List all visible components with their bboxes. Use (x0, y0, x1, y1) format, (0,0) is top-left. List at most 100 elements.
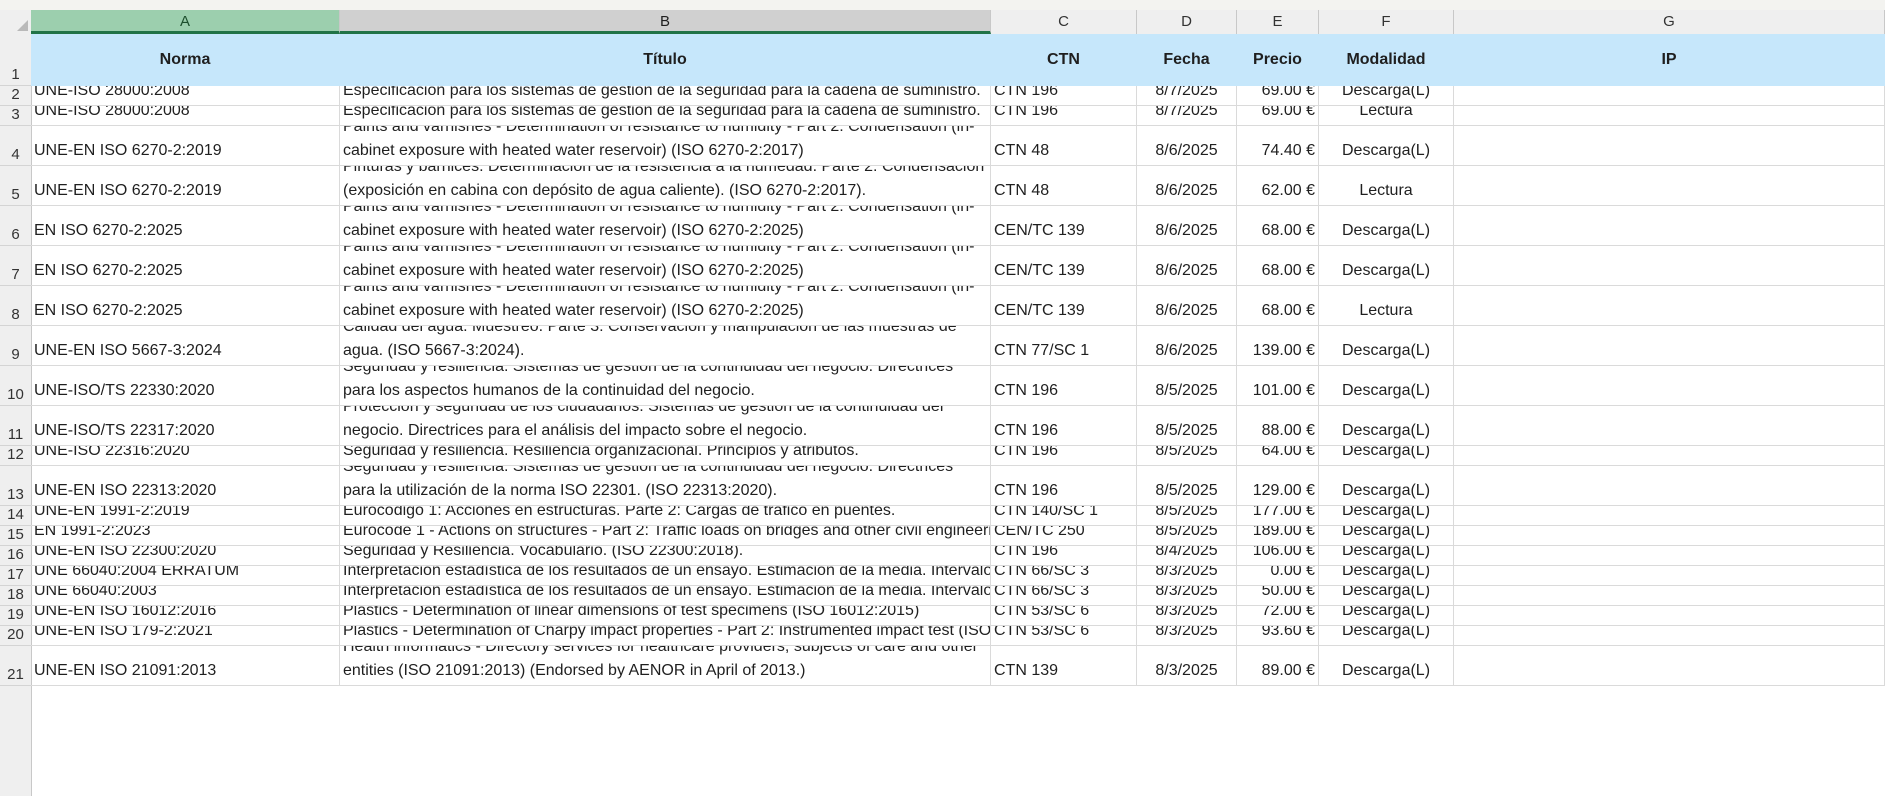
cell-precio[interactable]: 139.00 € (1237, 326, 1319, 366)
cell-titulo[interactable]: Protección y seguridad de los ciudadanos… (340, 406, 991, 446)
cell-modalidad[interactable]: Descarga(L) (1319, 366, 1454, 406)
header-cell-norma[interactable]: Norma (31, 34, 340, 86)
cell-fecha[interactable]: 8/5/2025 (1137, 366, 1237, 406)
cell-ctn[interactable]: CEN/TC 139 (991, 246, 1137, 286)
cell-ctn[interactable]: CTN 196 (991, 86, 1137, 106)
row-header[interactable]: 14 (0, 506, 31, 526)
cell-precio[interactable]: 68.00 € (1237, 206, 1319, 246)
cell-norma[interactable]: UNE 66040:2003 (31, 586, 340, 606)
cell-ctn[interactable]: CTN 196 (991, 546, 1137, 566)
cell-precio[interactable]: 93.60 € (1237, 626, 1319, 646)
cell-modalidad[interactable]: Descarga(L) (1319, 586, 1454, 606)
cell-titulo[interactable]: Paints and varnishes - Determination of … (340, 206, 991, 246)
row-header[interactable]: 2 (0, 86, 31, 106)
cell-fecha[interactable]: 8/3/2025 (1137, 646, 1237, 686)
spreadsheet-grid[interactable]: ABCDEFG 1 2 3 4 5 6 7 8 9 10 11 12 13 14 15 16 17 18 19 20 2… (0, 10, 1885, 796)
cell-fecha[interactable]: 8/3/2025 (1137, 606, 1237, 626)
cell-ip[interactable] (1454, 446, 1885, 466)
cell-ctn[interactable]: CTN 77/SC 1 (991, 326, 1137, 366)
cell-ip[interactable] (1454, 166, 1885, 206)
cell-modalidad[interactable]: Descarga(L) (1319, 566, 1454, 586)
cell-precio[interactable]: 64.00 € (1237, 446, 1319, 466)
cell-norma[interactable]: UNE-ISO/TS 22330:2020 (31, 366, 340, 406)
column-header-e[interactable]: E (1237, 10, 1319, 34)
row-header[interactable]: 3 (0, 106, 31, 126)
row-header[interactable]: 12 (0, 446, 31, 466)
cell-titulo[interactable]: Seguridad y resiliencia. Resiliencia org… (340, 446, 991, 466)
cell-modalidad[interactable]: Descarga(L) (1319, 526, 1454, 546)
cell-precio[interactable]: 50.00 € (1237, 586, 1319, 606)
cell-titulo[interactable]: Interpretación estadística de los result… (340, 586, 991, 606)
cell-ctn[interactable]: CTN 139 (991, 646, 1137, 686)
cell-ctn[interactable]: CTN 66/SC 3 (991, 566, 1137, 586)
cell-norma[interactable]: UNE 66040:2004 ERRATUM (31, 566, 340, 586)
cell-precio[interactable]: 69.00 € (1237, 106, 1319, 126)
row-header[interactable]: 19 (0, 606, 31, 626)
cell-titulo[interactable]: Calidad del agua. Muestreo. Parte 3: Con… (340, 326, 991, 366)
row-header[interactable]: 4 (0, 126, 31, 166)
cell-norma[interactable]: UNE-ISO 28000:2008 (31, 106, 340, 126)
cell-norma[interactable]: UNE-EN ISO 21091:2013 (31, 646, 340, 686)
cell-titulo[interactable]: Interpretación estadística de los result… (340, 566, 991, 586)
header-cell-ctn[interactable]: CTN (991, 34, 1137, 86)
row-header-1[interactable]: 1 (0, 34, 31, 86)
select-all-corner[interactable] (0, 10, 32, 34)
cell-titulo[interactable]: Plastics - Determination of linear dimen… (340, 606, 991, 626)
cell-fecha[interactable]: 8/7/2025 (1137, 86, 1237, 106)
cell-fecha[interactable]: 8/5/2025 (1137, 466, 1237, 506)
cell-ctn[interactable]: CTN 53/SC 6 (991, 606, 1137, 626)
cell-ip[interactable] (1454, 466, 1885, 506)
column-header-c[interactable]: C (991, 10, 1137, 34)
cell-ip[interactable] (1454, 606, 1885, 626)
cell-fecha[interactable]: 8/6/2025 (1137, 326, 1237, 366)
cell-titulo[interactable]: Seguridad y Resiliencia. Vocabulario. (I… (340, 546, 991, 566)
column-header-d[interactable]: D (1137, 10, 1237, 34)
cell-ctn[interactable]: CEN/TC 139 (991, 206, 1137, 246)
cell-titulo[interactable]: Paints and varnishes - Determination of … (340, 286, 991, 326)
cell-fecha[interactable]: 8/3/2025 (1137, 566, 1237, 586)
cell-fecha[interactable]: 8/4/2025 (1137, 546, 1237, 566)
cell-fecha[interactable]: 8/5/2025 (1137, 406, 1237, 446)
cell-ip[interactable] (1454, 526, 1885, 546)
header-cell-t-tulo[interactable]: Título (340, 34, 991, 86)
cell-ctn[interactable]: CTN 48 (991, 166, 1137, 206)
cell-norma[interactable]: UNE-EN 1991-2:2019 (31, 506, 340, 526)
cell-fecha[interactable]: 8/7/2025 (1137, 106, 1237, 126)
header-cell-modalidad[interactable]: Modalidad (1319, 34, 1454, 86)
cell-ip[interactable] (1454, 406, 1885, 446)
cell-fecha[interactable]: 8/5/2025 (1137, 446, 1237, 466)
row-header[interactable]: 18 (0, 586, 31, 606)
row-header[interactable]: 10 (0, 366, 31, 406)
row-header[interactable]: 15 (0, 526, 31, 546)
cell-fecha[interactable]: 8/6/2025 (1137, 286, 1237, 326)
row-header[interactable]: 17 (0, 566, 31, 586)
cell-modalidad[interactable]: Descarga(L) (1319, 646, 1454, 686)
cell-titulo[interactable]: Seguridad y resiliencia. Sistemas de ges… (340, 366, 991, 406)
cell-fecha[interactable]: 8/6/2025 (1137, 126, 1237, 166)
cell-ip[interactable] (1454, 626, 1885, 646)
column-header-a[interactable]: A (31, 10, 340, 34)
cell-precio[interactable]: 62.00 € (1237, 166, 1319, 206)
cell-ctn[interactable]: CEN/TC 250 (991, 526, 1137, 546)
cell-modalidad[interactable]: Descarga(L) (1319, 326, 1454, 366)
cell-norma[interactable]: EN ISO 6270-2:2025 (31, 246, 340, 286)
row-header[interactable]: 8 (0, 286, 31, 326)
cell-precio[interactable]: 0.00 € (1237, 566, 1319, 586)
row-header[interactable]: 16 (0, 546, 31, 566)
cell-ctn[interactable]: CEN/TC 139 (991, 286, 1137, 326)
header-cell-ip[interactable]: IP (1454, 34, 1885, 86)
header-cell-fecha[interactable]: Fecha (1137, 34, 1237, 86)
cell-precio[interactable]: 74.40 € (1237, 126, 1319, 166)
cell-ctn[interactable]: CTN 53/SC 6 (991, 626, 1137, 646)
cell-norma[interactable]: UNE-EN ISO 179-2:2021 (31, 626, 340, 646)
cell-ip[interactable] (1454, 86, 1885, 106)
cell-precio[interactable]: 177.00 € (1237, 506, 1319, 526)
cell-norma[interactable]: EN 1991-2:2023 (31, 526, 340, 546)
cell-precio[interactable]: 129.00 € (1237, 466, 1319, 506)
cell-fecha[interactable]: 8/3/2025 (1137, 586, 1237, 606)
cell-modalidad[interactable]: Descarga(L) (1319, 126, 1454, 166)
cell-precio[interactable]: 72.00 € (1237, 606, 1319, 626)
cell-precio[interactable]: 68.00 € (1237, 246, 1319, 286)
cell-modalidad[interactable]: Descarga(L) (1319, 626, 1454, 646)
cell-ip[interactable] (1454, 646, 1885, 686)
